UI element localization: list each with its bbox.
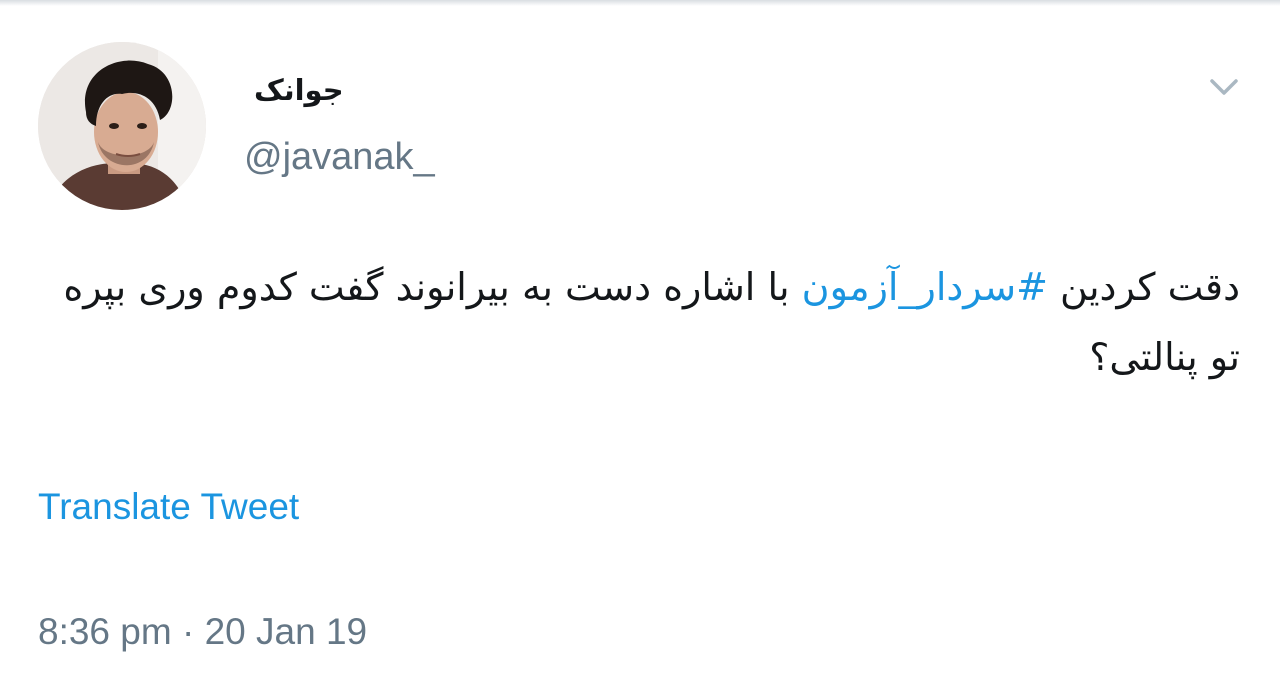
translate-tweet-link[interactable]: Translate Tweet — [38, 488, 299, 525]
tweet-page: جوانک @javanak_ دقت کردین #سردار_آزمون ب… — [0, 0, 1280, 686]
tweet-text-before: دقت کردین — [1047, 265, 1240, 309]
author-handle[interactable]: @javanak_ — [244, 138, 435, 176]
top-divider — [0, 0, 1280, 6]
tweet-menu-button[interactable] — [1204, 70, 1244, 106]
tweet-text: دقت کردین #سردار_آزمون با اشاره دست به ب… — [60, 252, 1240, 392]
tweet-timestamp: 8:36 pm · 20 Jan 19 — [38, 611, 368, 652]
chevron-down-icon — [1210, 79, 1238, 95]
author-display-name[interactable]: جوانک — [254, 76, 344, 105]
avatar[interactable] — [38, 42, 206, 210]
hashtag-link[interactable]: #سردار_آزمون — [802, 265, 1048, 309]
avatar-photo-icon — [38, 42, 206, 210]
